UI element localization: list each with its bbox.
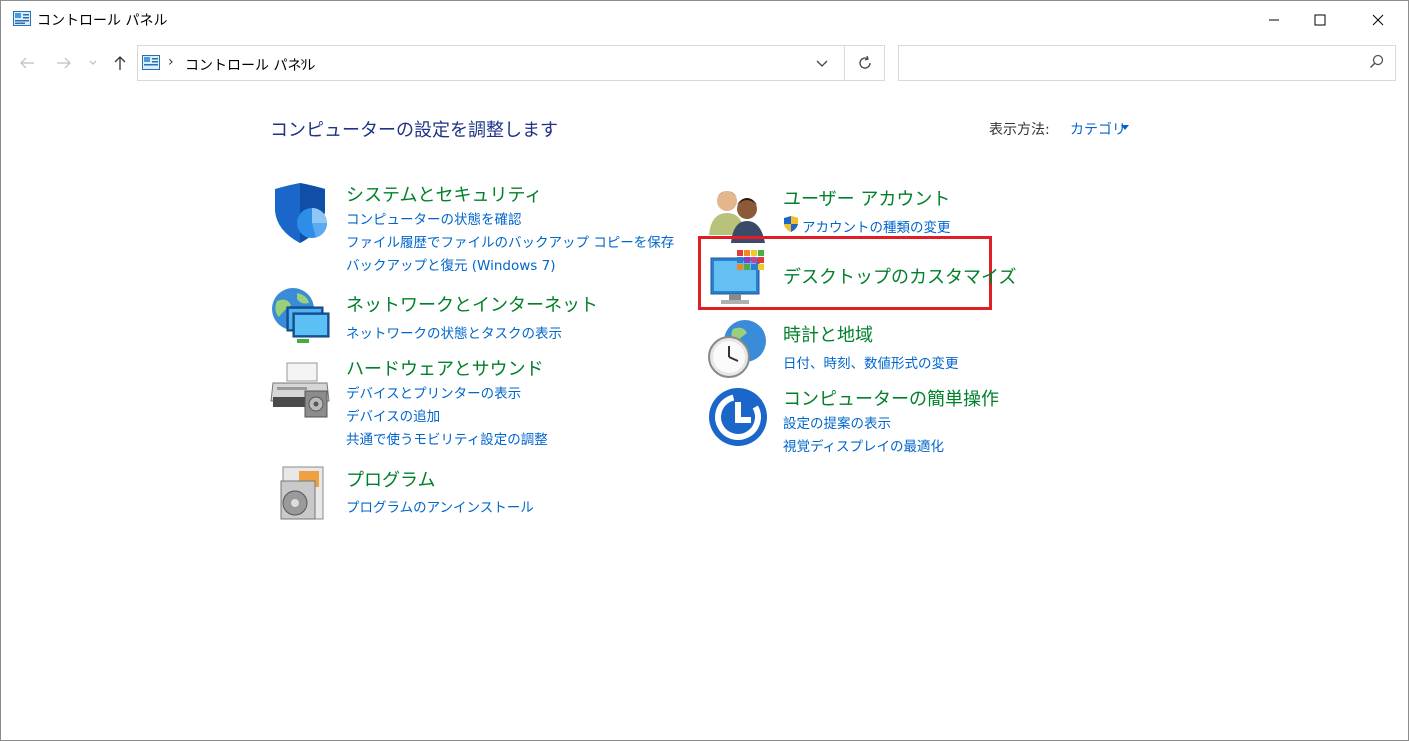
optimize-display-link[interactable]: 視覚ディスプレイの最適化 [783,435,944,455]
recent-locations-button[interactable] [85,52,101,74]
system-security-title[interactable]: システムとセキュリティ [346,181,542,207]
view-computer-status-link[interactable]: コンピューターの状態を確認 [346,208,522,228]
network-globe-icon[interactable] [269,287,331,349]
minimize-icon [1269,19,1279,21]
printer-icon[interactable] [269,361,331,423]
breadcrumb-control-panel[interactable]: コントロール パネル [185,55,315,75]
chevron-down-icon [816,60,828,67]
change-account-type-link[interactable]: アカウントの種類の変更 [802,216,951,236]
network-status-link[interactable]: ネットワークの状態とタスクの表示 [346,322,562,342]
desktop-customization-title[interactable]: デスクトップのカスタマイズ [783,263,1016,289]
hardware-sound-title[interactable]: ハードウェアとサウンド [346,355,544,381]
search-box[interactable] [898,45,1396,81]
change-date-time-format-link[interactable]: 日付、時刻、数値形式の変更 [783,352,959,372]
view-by-dropdown[interactable]: カテゴリ [1070,119,1126,139]
maximize-button[interactable] [1297,1,1343,39]
close-button[interactable] [1355,1,1401,39]
control-panel-icon [13,11,31,26]
minimize-button[interactable] [1251,1,1297,39]
back-arrow-icon [20,57,34,69]
forward-button[interactable] [53,52,75,74]
caret-down-icon[interactable] [1121,125,1129,130]
up-arrow-icon [114,56,126,70]
clock-region-title[interactable]: 時計と地域 [783,321,873,347]
forward-arrow-icon [57,57,71,69]
chevron-right-icon[interactable]: › [300,54,306,70]
desktop-personalization-icon[interactable] [709,248,771,310]
address-dropdown-button[interactable] [810,53,834,75]
control-panel-icon [142,55,160,70]
programs-icon[interactable] [269,463,331,525]
add-device-link[interactable]: デバイスの追加 [346,405,440,425]
up-button[interactable] [109,52,131,74]
ease-of-access-title[interactable]: コンピューターの簡単操作 [783,385,999,411]
devices-printers-link[interactable]: デバイスとプリンターの表示 [346,382,521,402]
control-panel-window: コントロール パネル › コントロール パネル › コンピューターの設定を調整し… [0,0,1409,741]
navigation-bar: › コントロール パネル › [1,41,1408,87]
view-by-label: 表示方法: [989,122,1050,138]
search-icon[interactable] [1369,54,1385,70]
user-accounts-title[interactable]: ユーザー アカウント [783,185,950,211]
window-title: コントロール パネル [37,13,168,29]
refresh-button[interactable] [844,46,885,80]
chevron-down-icon [89,60,97,65]
programs-title[interactable]: プログラム [346,466,435,492]
suggested-settings-link[interactable]: 設定の提案の表示 [783,412,891,432]
clock-globe-icon[interactable] [707,319,769,381]
refresh-icon [859,55,871,69]
backup-restore-link[interactable]: バックアップと復元 (Windows 7) [346,254,555,274]
close-icon [1372,14,1384,26]
ease-of-access-icon[interactable] [707,386,769,448]
uninstall-program-link[interactable]: プログラムのアンインストール [346,496,534,516]
uac-shield-icon [784,216,798,232]
mobility-settings-link[interactable]: 共通で使うモビリティ設定の調整 [346,428,548,448]
search-input[interactable] [905,52,1349,76]
back-button[interactable] [16,52,38,74]
address-bar[interactable]: › コントロール パネル › [137,45,885,81]
maximize-icon [1314,14,1326,26]
title-bar: コントロール パネル [1,1,1408,39]
file-history-backup-link[interactable]: ファイル履歴でファイルのバックアップ コピーを保存 [346,231,674,251]
network-internet-title[interactable]: ネットワークとインターネット [346,291,598,317]
chevron-right-icon[interactable]: › [168,54,174,70]
page-title: コンピューターの設定を調整します [270,120,558,141]
shield-icon[interactable] [269,183,331,245]
